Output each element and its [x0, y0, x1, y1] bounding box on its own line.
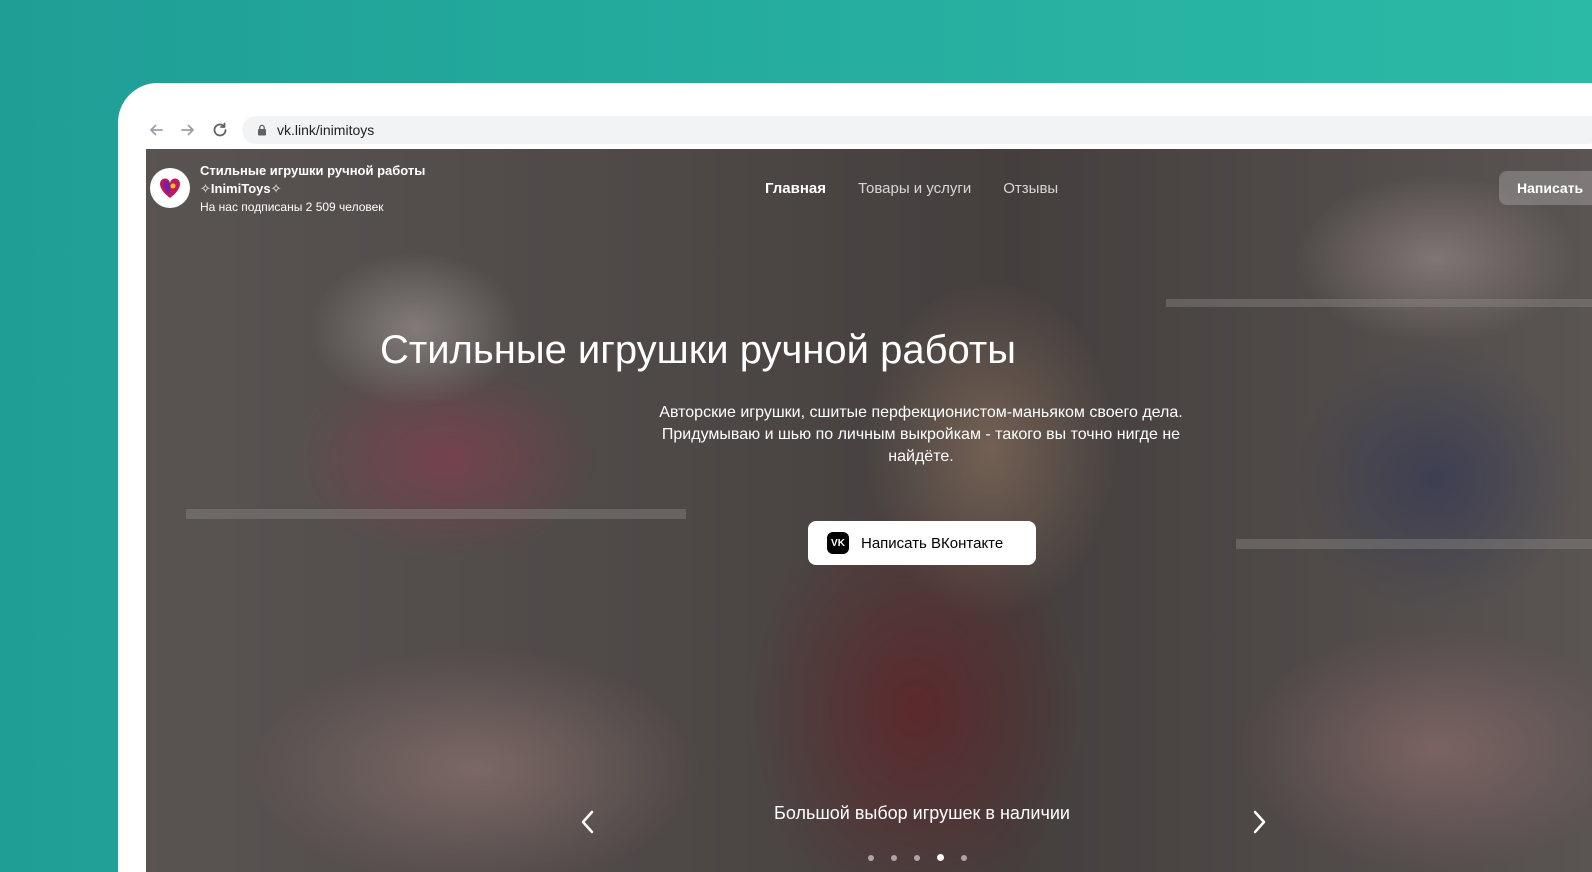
write-button-header[interactable]: Написать: [1499, 171, 1592, 205]
slide-dot[interactable]: [961, 854, 967, 861]
heart-logo-icon: [159, 178, 181, 198]
forward-button[interactable]: [177, 119, 199, 141]
tab-reviews[interactable]: Отзывы: [1003, 179, 1058, 199]
url-text: vk.link/inimitoys: [277, 122, 375, 138]
top-navigation: Главная Товары и услуги Отзывы: [765, 179, 1090, 199]
tab-main[interactable]: Главная: [765, 179, 826, 199]
address-bar[interactable]: vk.link/inimitoys: [242, 116, 1592, 144]
reload-icon: [213, 122, 227, 137]
slide-dot[interactable]: [914, 854, 920, 861]
slide-indicator: [868, 854, 967, 861]
slide-dot[interactable]: [937, 854, 944, 861]
arrow-right-icon: [181, 124, 194, 136]
slide-caption: Большой выбор игрушек в наличии: [774, 803, 1070, 823]
slide-dot[interactable]: [868, 854, 874, 861]
back-button[interactable]: [145, 119, 167, 141]
tab-products[interactable]: Товары и услуги: [858, 179, 971, 199]
hero-overlay: [146, 149, 1592, 872]
next-slide-button[interactable]: [1249, 809, 1269, 835]
reload-button[interactable]: [209, 119, 231, 141]
followers-count: На нас подписаны 2 509 человек: [200, 200, 384, 214]
browser-toolbar: vk.link/inimitoys: [118, 83, 1592, 149]
hero-description: Авторские игрушки, сшитые перфекционисто…: [659, 404, 1183, 465]
community-name[interactable]: Стильные игрушки ручной работы ✧InimiToy…: [200, 162, 460, 198]
chevron-left-icon: [581, 810, 594, 834]
slide-dot[interactable]: [891, 854, 897, 861]
prev-slide-button[interactable]: [578, 809, 598, 835]
page-viewport: Стильные игрушки ручной работы ✧InimiToy…: [146, 149, 1592, 872]
community-avatar[interactable]: [150, 168, 190, 208]
browser-window: vk.link/inimitoys Стильные игрушки ручно…: [118, 83, 1592, 872]
hero-title: Стильные игрушки ручной работы: [380, 328, 1016, 372]
lock-icon: [258, 124, 266, 136]
write-vk-button[interactable]: VK Написать ВКонтакте: [808, 521, 1036, 565]
vk-logo-icon: VK: [827, 532, 849, 554]
chevron-right-icon: [1253, 810, 1266, 834]
write-vk-label: Написать ВКонтакте: [861, 534, 1004, 552]
arrow-left-icon: [150, 124, 163, 136]
